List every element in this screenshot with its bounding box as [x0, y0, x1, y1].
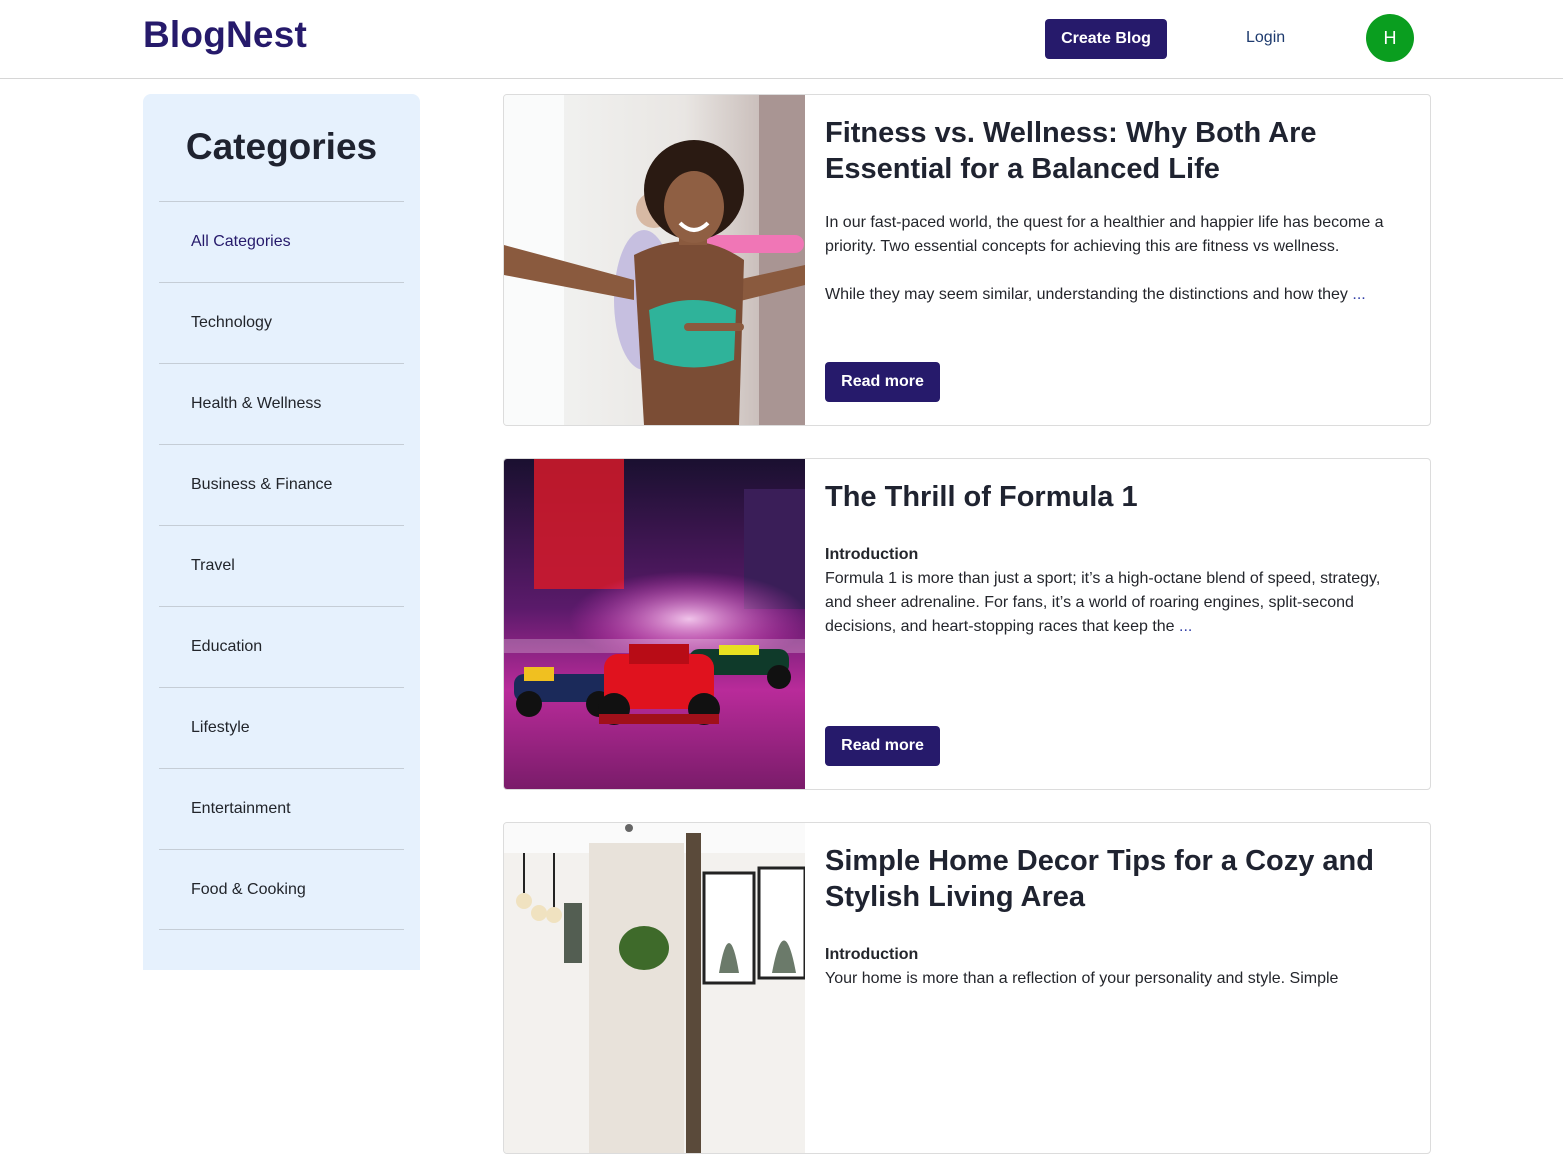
post-body: Simple Home Decor Tips for a Cozy and St… — [825, 823, 1406, 1015]
post-body: Fitness vs. Wellness: Why Both Are Essen… — [825, 95, 1406, 331]
read-more-button[interactable]: Read more — [825, 362, 940, 402]
post-card: Simple Home Decor Tips for a Cozy and St… — [503, 822, 1431, 1154]
site-logo[interactable]: BlogNest — [143, 14, 307, 56]
post-paragraph: While they may seem similar, understandi… — [825, 286, 1348, 303]
post-section-heading: Introduction — [825, 946, 919, 963]
post-title[interactable]: Fitness vs. Wellness: Why Both Are Essen… — [825, 115, 1406, 187]
post-title[interactable]: Simple Home Decor Tips for a Cozy and St… — [825, 843, 1406, 915]
category-item-entertainment[interactable]: Entertainment — [159, 768, 404, 849]
post-image-fitness[interactable] — [504, 95, 805, 425]
category-item-lifestyle[interactable]: Lifestyle — [159, 687, 404, 768]
login-link[interactable]: Login — [1246, 29, 1285, 47]
category-item-travel[interactable]: Travel — [159, 525, 404, 606]
category-list: All Categories Technology Health & Welln… — [159, 201, 404, 930]
post-section-heading: Introduction — [825, 546, 919, 563]
post-ellipsis: ... — [1179, 618, 1193, 635]
post-title[interactable]: The Thrill of Formula 1 — [825, 479, 1406, 515]
avatar[interactable]: H — [1366, 14, 1414, 62]
post-excerpt: In our fast-paced world, the quest for a… — [825, 211, 1406, 307]
post-card: Fitness vs. Wellness: Why Both Are Essen… — [503, 94, 1431, 426]
post-excerpt: Introduction Formula 1 is more than just… — [825, 543, 1406, 639]
post-paragraph: Your home is more than a reflection of y… — [825, 970, 1339, 987]
category-item-technology[interactable]: Technology — [159, 282, 404, 363]
post-image-home-decor[interactable] — [504, 823, 805, 1153]
categories-sidebar: Categories All Categories Technology Hea… — [143, 94, 420, 970]
post-body: The Thrill of Formula 1 Introduction For… — [825, 459, 1406, 663]
read-more-button[interactable]: Read more — [825, 726, 940, 766]
top-navbar: BlogNest Create Blog Login H — [0, 0, 1563, 79]
post-excerpt: Introduction Your home is more than a re… — [825, 943, 1406, 991]
category-item-business-finance[interactable]: Business & Finance — [159, 444, 404, 525]
post-paragraph: Formula 1 is more than just a sport; it’… — [825, 570, 1381, 635]
post-paragraph: In our fast-paced world, the quest for a… — [825, 214, 1384, 255]
sidebar-title: Categories — [185, 126, 378, 167]
category-item-all[interactable]: All Categories — [159, 201, 404, 282]
post-card: The Thrill of Formula 1 Introduction For… — [503, 458, 1431, 790]
post-ellipsis: ... — [1352, 286, 1366, 303]
category-item-education[interactable]: Education — [159, 606, 404, 687]
create-blog-button[interactable]: Create Blog — [1045, 19, 1167, 59]
category-item-health-wellness[interactable]: Health & Wellness — [159, 363, 404, 444]
post-image-formula-1[interactable] — [504, 459, 805, 789]
category-item-food-cooking[interactable]: Food & Cooking — [159, 849, 404, 930]
